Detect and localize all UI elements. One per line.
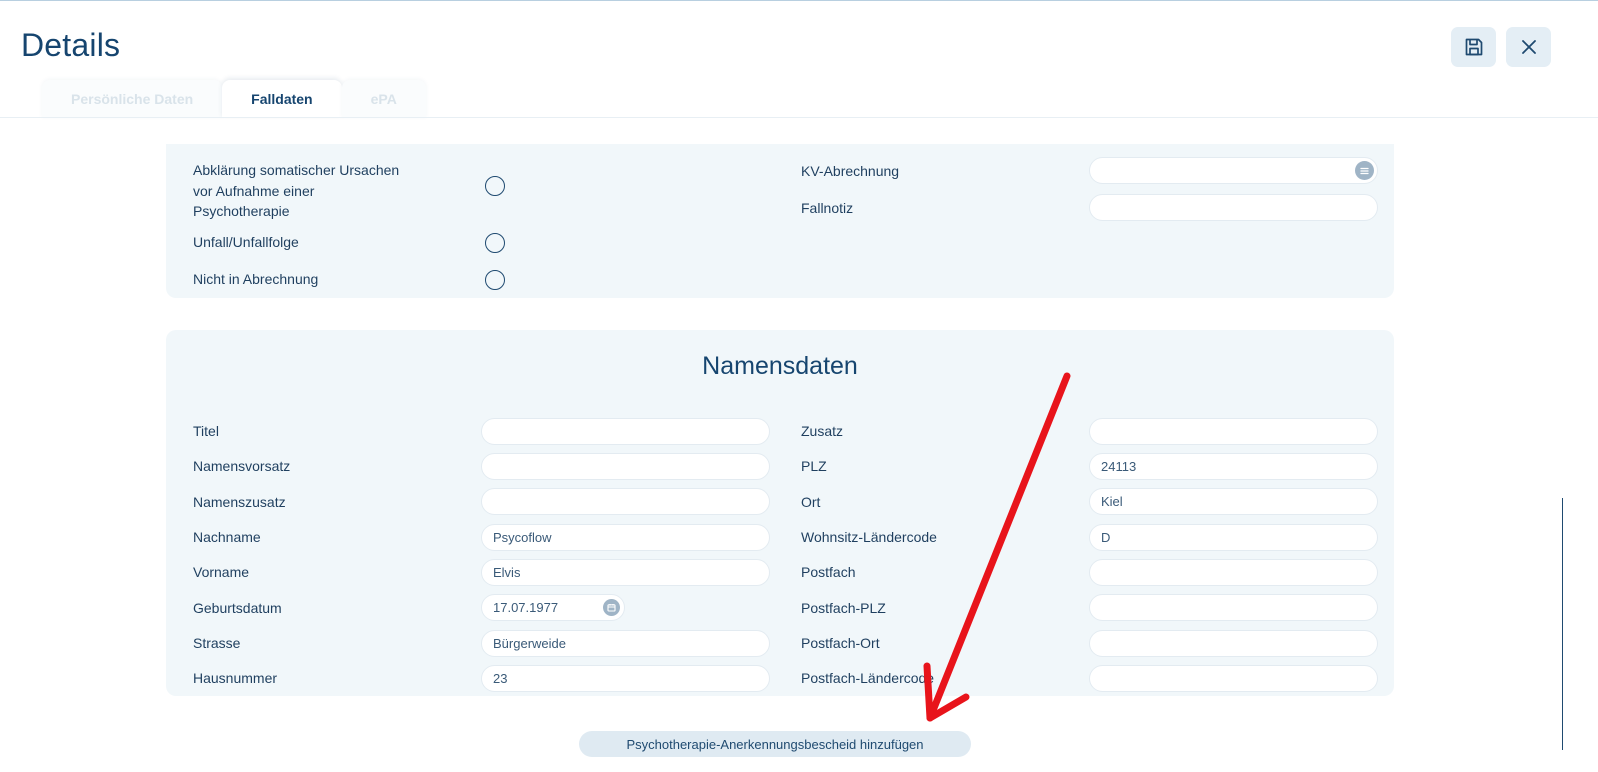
- po-box-label: Postfach: [801, 564, 856, 580]
- somatic-clarification-radio[interactable]: [485, 176, 505, 196]
- street-label: Strasse: [193, 635, 241, 651]
- kv-billing-label: KV-Abrechnung: [801, 163, 900, 179]
- list-icon[interactable]: [1355, 161, 1374, 180]
- kv-billing-select[interactable]: [1089, 157, 1378, 184]
- window-top-border: [0, 0, 1598, 1]
- po-box-city-input[interactable]: [1089, 630, 1378, 657]
- po-box-input[interactable]: [1089, 559, 1378, 586]
- scrollbar[interactable]: [1562, 498, 1563, 750]
- name-prefix-label: Namensvorsatz: [193, 458, 291, 474]
- calendar-icon[interactable]: [603, 599, 620, 616]
- close-button[interactable]: [1506, 27, 1551, 67]
- accident-label: Unfall/Unfallfolge: [193, 234, 299, 250]
- case-note-input[interactable]: [1089, 194, 1378, 221]
- somatic-clarification-label: Abklärung somatischer Ursachen vor Aufna…: [193, 162, 400, 219]
- save-button[interactable]: [1451, 27, 1496, 67]
- postal-code-label: PLZ: [801, 458, 827, 474]
- not-in-billing-label: Nicht in Abrechnung: [193, 271, 319, 287]
- last-name-label: Nachname: [193, 529, 261, 545]
- accident-radio[interactable]: [485, 233, 505, 253]
- city-label: Ort: [801, 494, 821, 510]
- first-name-label: Vorname: [193, 564, 250, 580]
- add-recognition-button[interactable]: Psychotherapie-Anerkennungsbescheid hinz…: [579, 731, 971, 757]
- case-note-label: Fallnotiz: [801, 200, 854, 216]
- save-icon: [1464, 37, 1484, 57]
- po-box-postal-code-label: Postfach-PLZ: [801, 600, 886, 616]
- po-box-city-label: Postfach-Ort: [801, 635, 880, 651]
- po-box-postal-code-input[interactable]: [1089, 594, 1378, 621]
- name-suffix-input[interactable]: [481, 488, 770, 515]
- house-number-input[interactable]: [481, 665, 770, 692]
- name-suffix-label: Namenszusatz: [193, 494, 286, 510]
- country-code-label: Wohnsitz-Ländercode: [801, 529, 937, 545]
- house-number-label: Hausnummer: [193, 670, 278, 686]
- name-data-title: Namensdaten: [702, 352, 858, 380]
- po-box-country-code-label: Postfach-Ländercode: [801, 670, 935, 686]
- tab-falldaten[interactable]: Falldaten: [222, 80, 342, 118]
- last-name-input[interactable]: [481, 524, 770, 551]
- close-icon: [1521, 39, 1537, 55]
- page-title: Details: [21, 27, 121, 63]
- birth-date-label: Geburtsdatum: [193, 600, 282, 616]
- tab-epa[interactable]: ePA: [341, 80, 426, 118]
- addition-input[interactable]: [1089, 418, 1378, 445]
- street-input[interactable]: [481, 630, 770, 657]
- first-name-input[interactable]: [481, 559, 770, 586]
- addition-label: Zusatz: [801, 423, 844, 439]
- tab-divider: [0, 117, 1598, 118]
- postal-code-input[interactable]: [1089, 453, 1378, 480]
- tab-bar: Persönliche Daten Falldaten ePA: [42, 80, 426, 118]
- name-prefix-input[interactable]: [481, 453, 770, 480]
- tab-persoenliche-daten[interactable]: Persönliche Daten: [42, 80, 223, 118]
- country-code-input[interactable]: [1089, 524, 1378, 551]
- title-label: Titel: [193, 423, 219, 439]
- po-box-country-code-input[interactable]: [1089, 665, 1378, 692]
- not-in-billing-radio[interactable]: [485, 270, 505, 290]
- title-input[interactable]: [481, 418, 770, 445]
- city-input[interactable]: [1089, 488, 1378, 515]
